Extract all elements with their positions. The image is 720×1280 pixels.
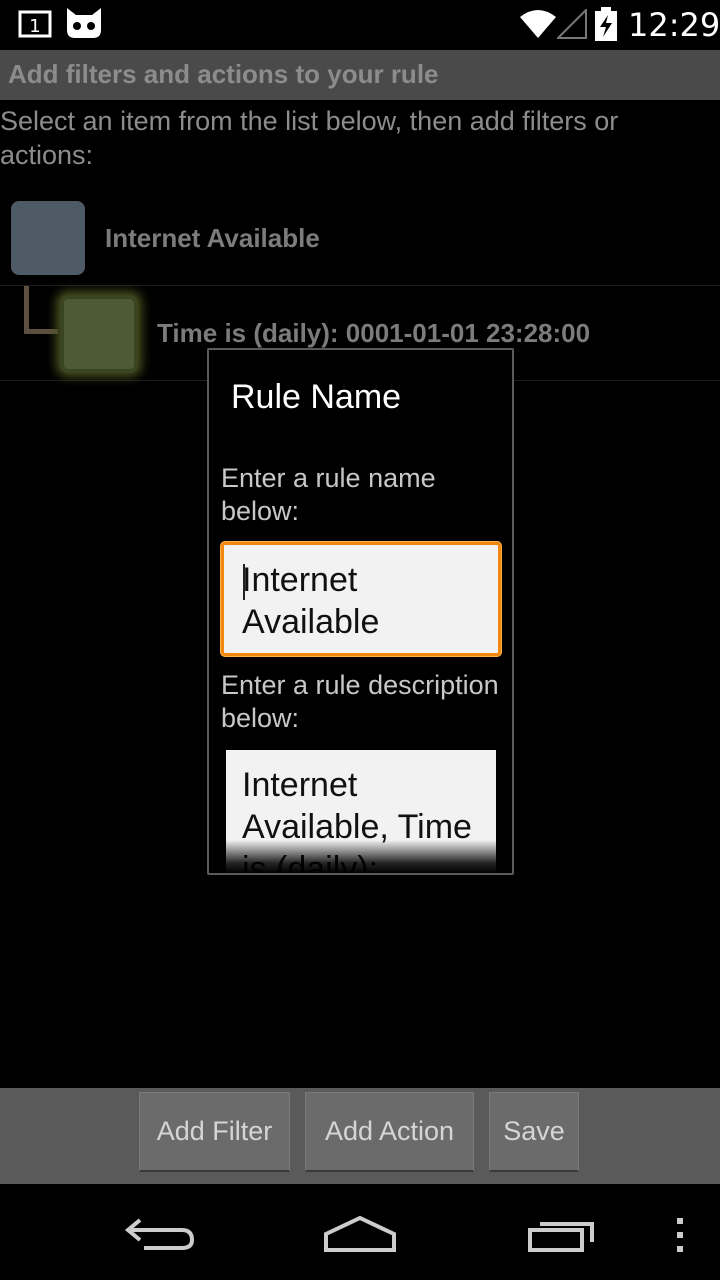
button-bar: Add Filter Add Action Save (0, 1088, 720, 1184)
notification-icon: 1 (18, 10, 52, 43)
notification-count: 1 (29, 16, 40, 37)
home-icon[interactable] (322, 1214, 398, 1259)
add-action-button[interactable]: Add Action (305, 1092, 474, 1172)
rule-name-value: Internet Available (242, 561, 380, 641)
rule-name-label: Enter a rule name below: (221, 463, 436, 526)
dialog-title: Rule Name (231, 378, 402, 416)
rule-name-input[interactable]: Internet Available (221, 542, 501, 656)
signal-icon (555, 7, 587, 44)
status-bar: 1 12:29 (0, 0, 720, 50)
rule-name-dialog: Rule Name Enter a rule name below: Inter… (207, 348, 514, 875)
wifi-icon (520, 9, 556, 44)
list-item-label: Internet Available (105, 223, 320, 253)
clock: 12:29 (628, 6, 720, 44)
tree-connector (24, 286, 58, 334)
filter-color-square-selected (60, 295, 138, 373)
title-bar: Add filters and actions to your rule (0, 50, 720, 100)
save-button[interactable]: Save (489, 1092, 579, 1172)
overflow-menu-icon[interactable] (672, 1216, 688, 1261)
filter-color-square (11, 201, 85, 275)
instruction-text: Select an item from the list below, then… (0, 106, 619, 170)
cyanogen-cat-icon (64, 6, 104, 45)
back-icon[interactable] (124, 1214, 196, 1259)
text-cursor (243, 564, 245, 600)
navigation-bar (0, 1184, 720, 1280)
scroll-fade (209, 840, 512, 873)
page-title: Add filters and actions to your rule (8, 59, 439, 89)
battery-charging-icon (594, 7, 618, 46)
rule-description-label: Enter a rule description below: (221, 670, 499, 733)
recent-apps-icon[interactable] (526, 1214, 598, 1259)
list-item[interactable]: Internet Available (0, 192, 720, 286)
add-filter-button[interactable]: Add Filter (139, 1092, 290, 1172)
list-item-label: Time is (daily): 0001-01-01 23:28:00 (157, 318, 591, 348)
